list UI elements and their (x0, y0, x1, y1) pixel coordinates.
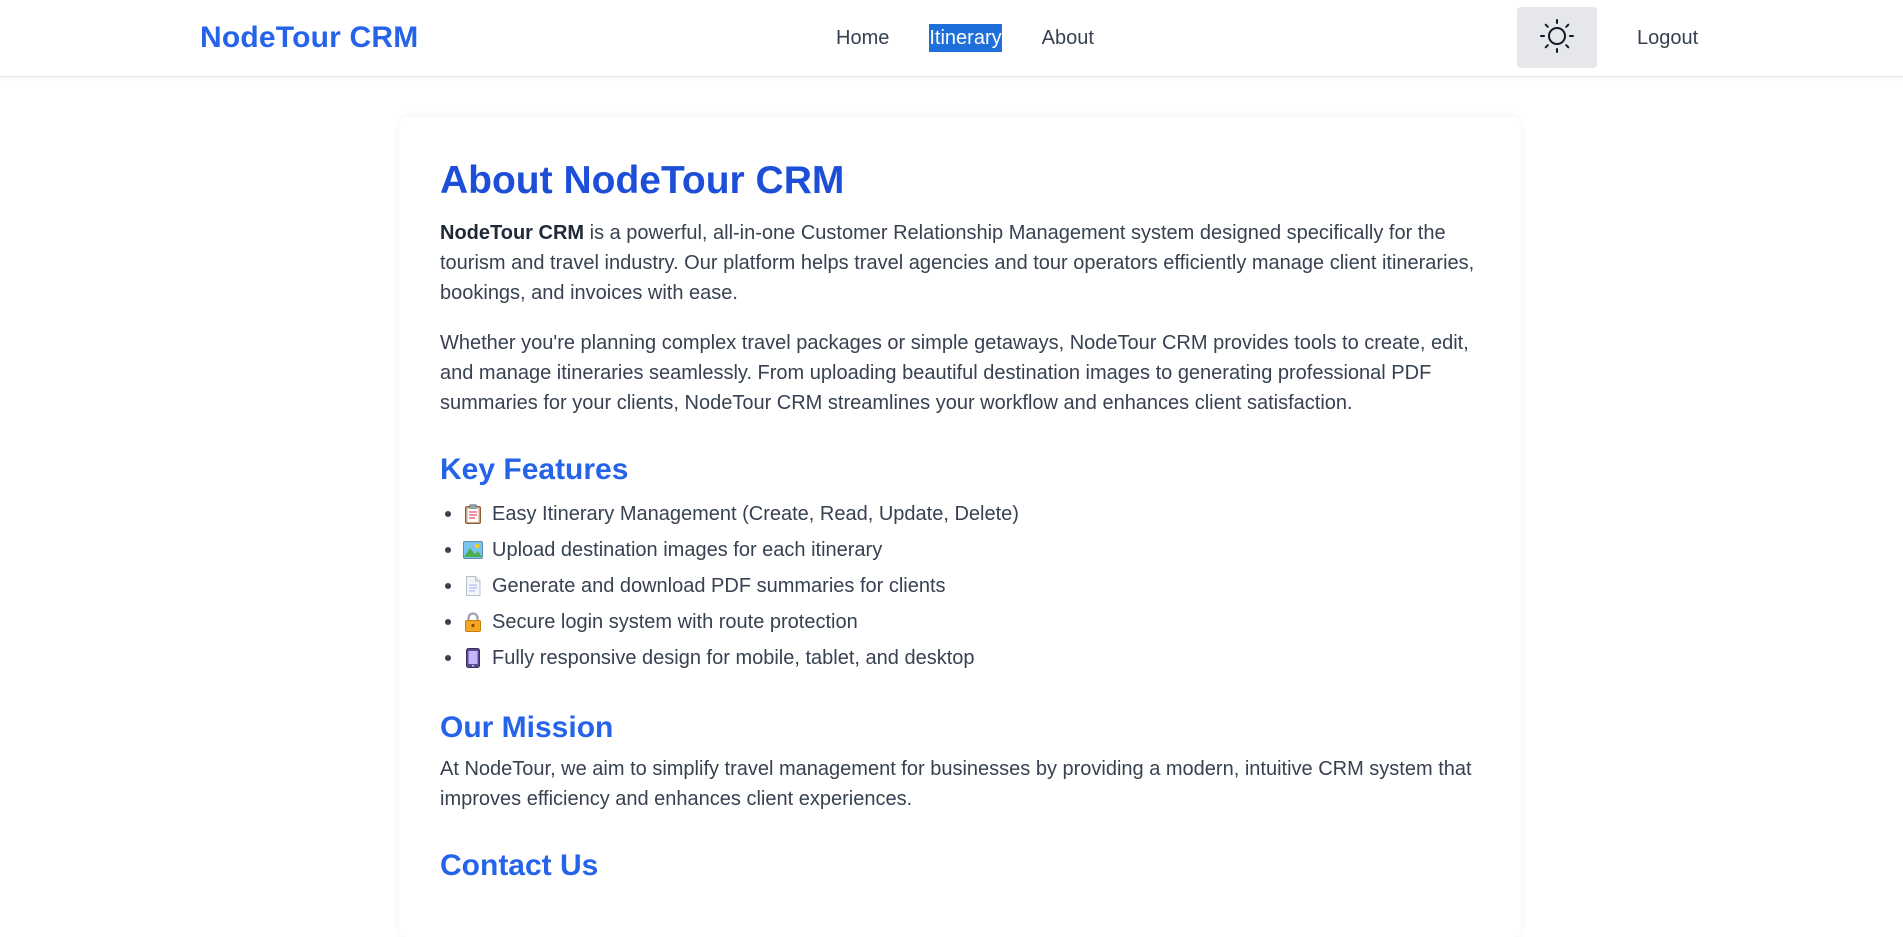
nav-link-itinerary[interactable]: Itinerary (929, 24, 1002, 52)
list-item: Fully responsive design for mobile, tabl… (440, 640, 1480, 676)
bullet-dot (445, 511, 451, 517)
nav-link-home[interactable]: Home (836, 24, 889, 52)
contact-heading: Contact Us (440, 849, 599, 882)
intro-brand-bold: NodeTour CRM (440, 222, 585, 244)
logout-link[interactable]: Logout (1637, 24, 1698, 52)
intro-paragraph: NodeTour CRM is a powerful, all-in-one C… (440, 218, 1480, 308)
bullet-dot (445, 619, 451, 625)
brand-logo[interactable]: NodeTour CRM (200, 18, 418, 58)
list-item: Secure login system with route protectio… (440, 604, 1480, 640)
key-features-heading: Key Features (440, 453, 629, 486)
clipboard-icon (463, 503, 483, 525)
list-item: Generate and download PDF summaries for … (440, 568, 1480, 604)
list-item: Easy Itinerary Management (Create, Read,… (440, 496, 1480, 532)
list-item: Upload destination images for each itine… (440, 532, 1480, 568)
sun-icon (1539, 18, 1575, 57)
nav-link-about[interactable]: About (1042, 24, 1094, 52)
about-card: About NodeTour CRM NodeTour CRM is a pow… (399, 117, 1521, 937)
bullet-dot (445, 547, 451, 553)
feature-text: Easy Itinerary Management (Create, Read,… (492, 503, 1019, 525)
lock-icon (463, 611, 483, 633)
feature-text: Upload destination images for each itine… (492, 539, 883, 561)
second-paragraph: Whether you're planning complex travel p… (440, 332, 1469, 414)
bullet-dot (445, 583, 451, 589)
mission-heading: Our Mission (440, 711, 614, 744)
nav-links: Home Itinerary About (836, 24, 1094, 52)
intro-text: is a powerful, all-in-one Customer Relat… (440, 222, 1475, 304)
document-icon (463, 575, 483, 597)
feature-text: Fully responsive design for mobile, tabl… (492, 647, 975, 669)
key-features-list: Easy Itinerary Management (Create, Read,… (440, 496, 1480, 676)
phone-icon (463, 647, 483, 669)
page-title: About NodeTour CRM (440, 159, 845, 202)
feature-text: Secure login system with route protectio… (492, 611, 858, 633)
mission-paragraph: At NodeTour, we aim to simplify travel m… (440, 758, 1472, 810)
picture-icon (463, 539, 483, 561)
bullet-dot (445, 655, 451, 661)
navbar: NodeTour CRM Home Itinerary About Logout (0, 0, 1903, 77)
feature-text: Generate and download PDF summaries for … (492, 575, 946, 597)
theme-toggle-button[interactable] (1517, 7, 1597, 68)
